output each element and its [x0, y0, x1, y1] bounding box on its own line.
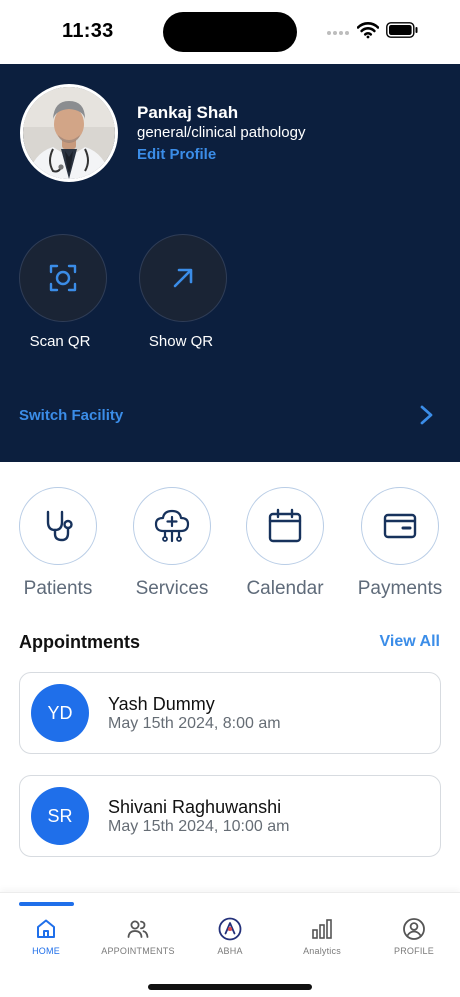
scan-qr-label: Scan QR: [29, 333, 91, 350]
profile-specialty: general/clinical pathology: [137, 124, 306, 141]
battery-icon: [386, 22, 418, 38]
home-indicator: [148, 984, 312, 990]
tab-analytics-label: Analytics: [303, 946, 341, 956]
user-circle-icon: [403, 918, 425, 940]
calendar-button[interactable]: [246, 487, 324, 565]
bottom-tab-bar: HOME APPOINTMENTS ABHA Analytics PROFILE: [0, 892, 460, 997]
abha-logo-icon: [218, 917, 242, 941]
scan-qr-button[interactable]: [19, 234, 107, 322]
patient-name: Shivani Raghuwanshi: [108, 797, 282, 817]
status-time: 11:33: [62, 20, 114, 42]
tab-appointments-label: APPOINTMENTS: [101, 946, 175, 956]
arrow-up-right-icon: [173, 268, 193, 288]
tab-profile-label: PROFILE: [394, 946, 434, 956]
calendar-label: Calendar: [246, 578, 324, 599]
switch-facility-link[interactable]: Switch Facility: [19, 407, 123, 424]
wallet-icon: [383, 513, 417, 539]
payments-label: Payments: [357, 578, 443, 599]
tab-abha-label: ABHA: [217, 946, 243, 956]
home-icon: [37, 919, 55, 938]
services-icon: [154, 509, 190, 543]
services-button[interactable]: [133, 487, 211, 565]
tab-analytics[interactable]: Analytics: [276, 913, 368, 959]
patient-name: Yash Dummy: [108, 694, 215, 714]
scan-qr-icon: [49, 264, 77, 292]
stethoscope-icon: [46, 510, 73, 542]
edit-profile-link[interactable]: Edit Profile: [137, 146, 216, 163]
tab-home-label: HOME: [32, 946, 60, 956]
tab-home[interactable]: HOME: [0, 913, 92, 959]
view-all-link[interactable]: View All: [380, 633, 440, 651]
appointments-heading: Appointments: [19, 632, 140, 652]
wifi-icon: [357, 22, 379, 39]
tab-appointments[interactable]: APPOINTMENTS: [92, 913, 184, 959]
status-bar: 11:33: [0, 0, 460, 64]
show-qr-button[interactable]: [139, 234, 227, 322]
appointment-time: May 15th 2024, 8:00 am: [108, 715, 281, 732]
active-tab-indicator: [19, 902, 74, 906]
patients-button[interactable]: [19, 487, 97, 565]
tab-abha[interactable]: ABHA: [184, 913, 276, 959]
profile-header: Pankaj Shah general/clinical pathology E…: [0, 64, 460, 462]
calendar-icon: [268, 508, 302, 543]
services-label: Services: [135, 578, 209, 599]
patients-label: Patients: [23, 578, 93, 599]
appointment-time: May 15th 2024, 10:00 am: [108, 818, 290, 835]
avatar[interactable]: [20, 84, 118, 182]
show-qr-label: Show QR: [148, 333, 214, 350]
bar-chart-icon: [312, 919, 332, 939]
tab-profile[interactable]: PROFILE: [368, 913, 460, 959]
users-icon: [127, 920, 149, 938]
cellular-signal-icon: [327, 29, 351, 37]
appointment-card[interactable]: YD Yash Dummy May 15th 2024, 8:00 am: [19, 672, 441, 754]
doctor-photo: [23, 87, 115, 179]
appointment-card[interactable]: SR Shivani Raghuwanshi May 15th 2024, 10…: [19, 775, 441, 857]
profile-name: Pankaj Shah: [137, 103, 239, 122]
payments-button[interactable]: [361, 487, 439, 565]
patient-avatar: YD: [31, 684, 89, 742]
chevron-right-icon[interactable]: [416, 404, 436, 426]
dynamic-island: [163, 12, 297, 52]
patient-avatar: SR: [31, 787, 89, 845]
